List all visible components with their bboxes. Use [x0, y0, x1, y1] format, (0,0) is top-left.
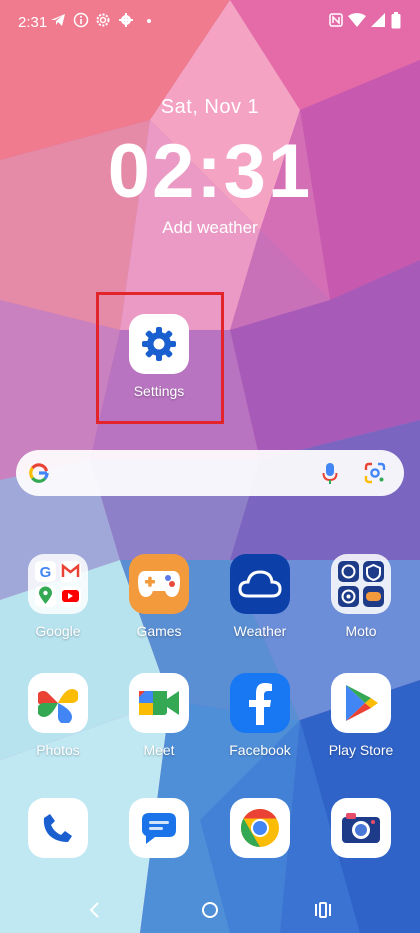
app-label: Facebook [229, 742, 291, 758]
facebook-tile [230, 673, 290, 733]
google-g-icon [29, 463, 49, 483]
back-icon[interactable] [86, 900, 104, 920]
app-games[interactable]: Games [109, 554, 209, 639]
app-meet[interactable]: Meet [109, 673, 209, 758]
settings-label: Settings [133, 383, 185, 399]
app-facebook[interactable]: Facebook [210, 673, 310, 758]
dock-camera[interactable] [311, 798, 411, 858]
home-screen: 2:31 Sat, Nov 1 02:31 Add weather Settin… [0, 0, 420, 933]
status-time: 2:31 [18, 14, 48, 31]
app-photos[interactable]: Photos [8, 673, 108, 758]
weather-tile [230, 554, 290, 614]
info-icon [73, 12, 89, 28]
messages-icon [142, 813, 176, 844]
photos-tile [28, 673, 88, 733]
meet-camera-icon [139, 691, 179, 715]
clock-time[interactable]: 02:31 [0, 128, 420, 215]
chrome-icon [240, 808, 279, 848]
svg-text:G: G [40, 564, 52, 581]
cloud-icon [238, 570, 282, 598]
battery-icon [391, 12, 401, 29]
gamepad-icon [138, 571, 180, 597]
play-store-tile [331, 673, 391, 733]
home-icon[interactable] [200, 900, 220, 920]
telegram-icon [51, 14, 65, 26]
settings-tile [129, 314, 189, 374]
google-search-bar[interactable] [16, 450, 404, 496]
google-apps-icon: G [35, 561, 81, 607]
phone-tile [28, 798, 88, 858]
nfc-icon [329, 13, 343, 27]
app-label: Games [136, 623, 182, 639]
app-label: Photos [36, 742, 80, 758]
app-moto-folder[interactable]: Moto [311, 554, 411, 639]
app-label: Meet [143, 742, 175, 758]
date-text: Sat, Nov 1 [160, 96, 260, 118]
dock-messages[interactable] [109, 798, 209, 858]
camera-tile [331, 798, 391, 858]
settings-icon [142, 327, 176, 361]
google-folder-tile: G [28, 554, 88, 614]
games-tile [129, 554, 189, 614]
add-weather-link[interactable]: Add weather [0, 218, 420, 238]
dock-phone[interactable] [8, 798, 108, 858]
dock-chrome[interactable] [210, 798, 310, 858]
status-bar: 2:31 [0, 0, 420, 46]
app-label: Google [35, 623, 81, 639]
gear-icon [119, 13, 133, 27]
messages-tile [129, 798, 189, 858]
play-store-icon [346, 685, 378, 721]
pinwheel-icon [38, 689, 78, 723]
meet-tile [129, 673, 189, 733]
camera-icon [342, 813, 380, 843]
phone-icon [43, 814, 72, 842]
app-play-store[interactable]: Play Store [311, 673, 411, 758]
recents-icon[interactable] [313, 900, 333, 920]
wifi-icon [348, 13, 366, 27]
settings-status-icon [96, 13, 110, 27]
app-google-folder[interactable]: G Google [8, 554, 108, 639]
app-settings[interactable]: Settings [109, 314, 209, 399]
navigation-bar [0, 888, 420, 933]
signal-icon [371, 13, 385, 27]
moto-folder-tile [331, 554, 391, 614]
chrome-tile [230, 798, 290, 858]
microphone-icon[interactable] [322, 462, 338, 486]
app-weather[interactable]: Weather [210, 554, 310, 639]
google-lens-icon[interactable] [364, 462, 386, 484]
app-label: Weather [233, 623, 287, 639]
app-label: Play Store [328, 742, 394, 758]
dot-icon [147, 19, 151, 23]
moto-apps-icon [338, 561, 384, 607]
facebook-f-icon [249, 683, 272, 725]
app-label: Moto [345, 623, 377, 639]
